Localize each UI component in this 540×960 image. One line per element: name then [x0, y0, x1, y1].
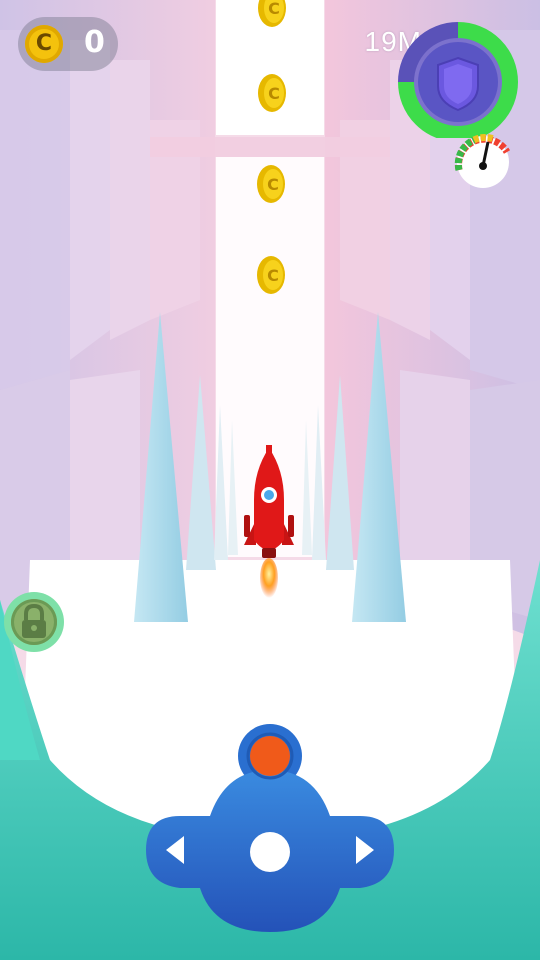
locked-ability-button[interactable]	[4, 592, 64, 652]
steering-controller[interactable]	[140, 720, 400, 940]
svg-text:C: C	[268, 0, 280, 18]
lock-icon	[22, 603, 46, 638]
svg-text:C: C	[267, 266, 279, 285]
shield-icon	[437, 56, 479, 112]
coin: C	[257, 165, 285, 203]
coin: C	[258, 74, 286, 112]
svg-text:C: C	[267, 175, 279, 194]
coin-icon: C	[25, 25, 63, 63]
coin-count: 0	[84, 25, 105, 60]
coin-counter: C 0	[18, 17, 118, 71]
boost-button[interactable]	[246, 732, 294, 780]
center-dot[interactable]	[250, 832, 290, 872]
shield-energy-ring	[398, 22, 518, 138]
coin: C	[257, 256, 285, 294]
speedometer-icon	[454, 133, 511, 188]
svg-text:C: C	[268, 84, 280, 103]
